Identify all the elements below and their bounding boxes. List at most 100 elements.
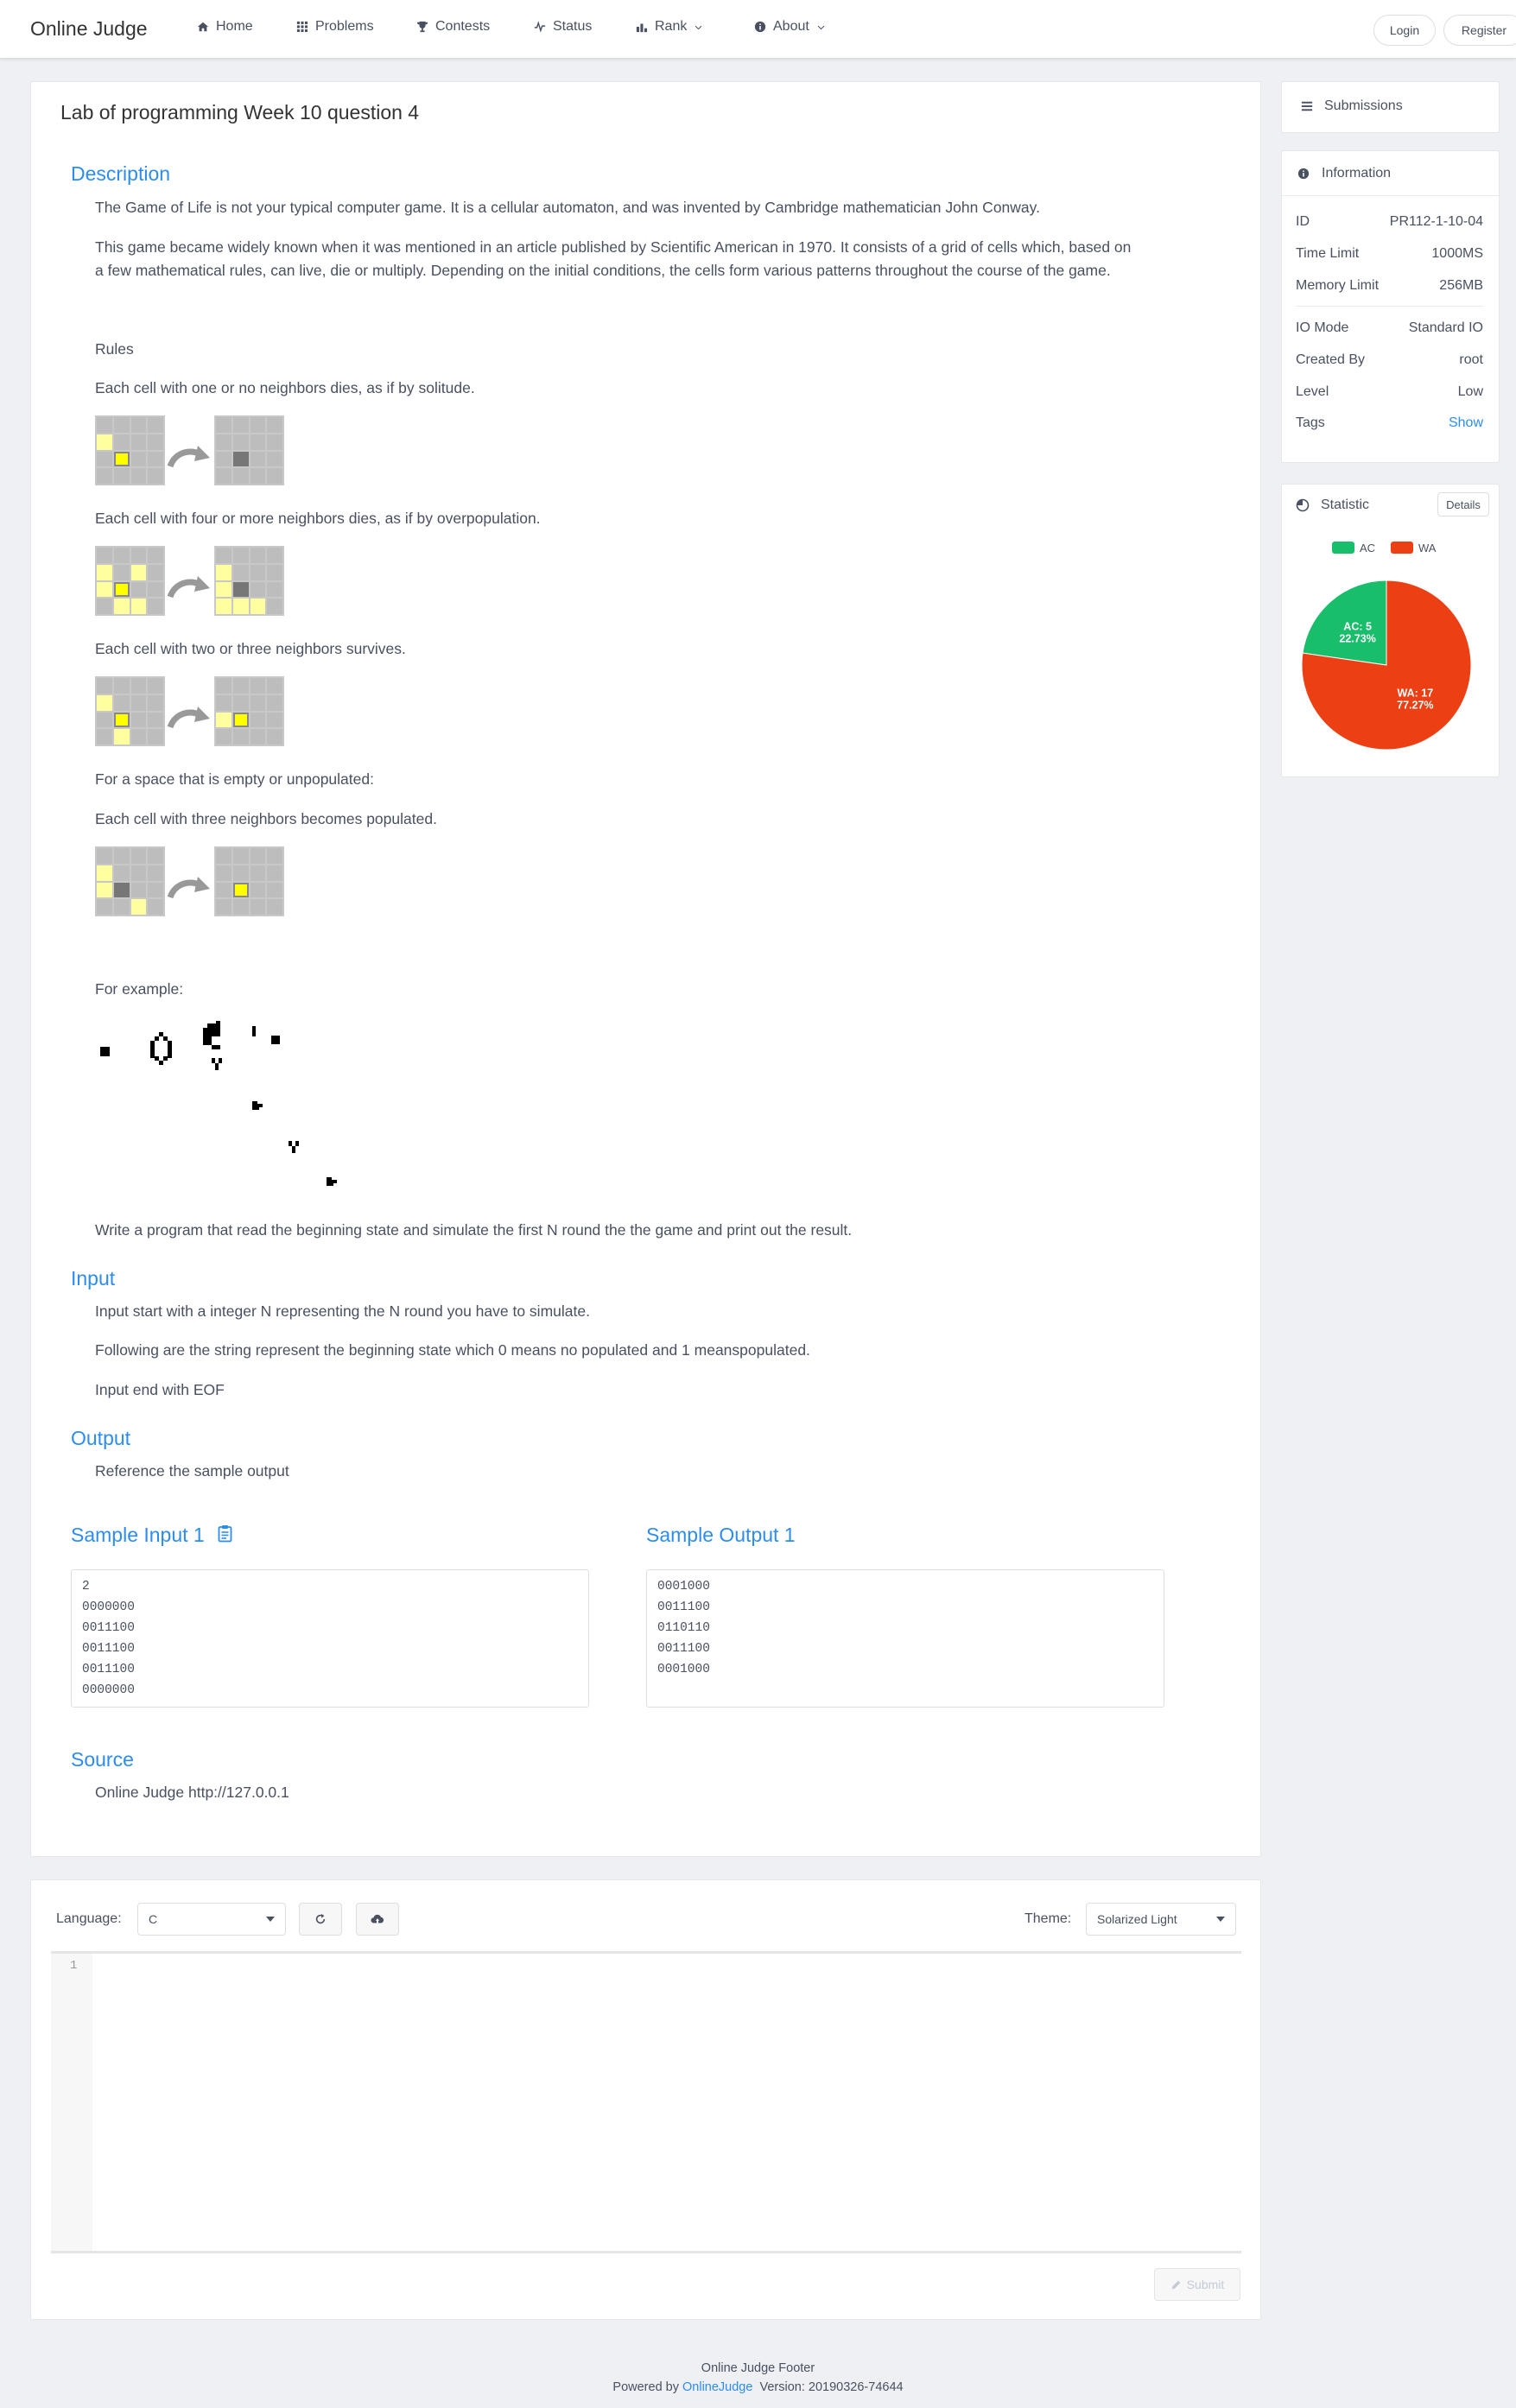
info-row-level: Level Low [1296,384,1483,400]
info-key: Time Limit [1296,246,1360,261]
description-p2a: This game became widely known when it wa… [95,238,1132,256]
clipboard-icon[interactable] [218,1524,232,1543]
rule-4: For a space that is empty or unpopulated… [95,770,374,788]
line-number: 1 [70,1959,78,1973]
info-key: Memory Limit [1296,278,1380,293]
footer-version: Version: 20190326-74644 [759,2380,904,2394]
tags-show-link[interactable]: Show [1449,415,1483,431]
pie-label-wa: WA: 17 [1398,688,1434,700]
nav-about[interactable]: About [754,19,826,35]
description-p1: The Game of Life is not your typical com… [95,199,1040,216]
rule-1: Each cell with one or no neighbors dies,… [95,379,475,396]
sample-input-heading: Sample Input 1 [71,1524,205,1546]
nav-status[interactable]: Status [534,19,592,35]
divider [1282,195,1499,196]
login-button[interactable]: Login [1373,15,1436,46]
pie-percent-wa: 77.27% [1397,700,1433,712]
info-row-time-limit: Time Limit 1000MS [1296,246,1483,262]
footer-line1: Online Judge Footer [701,2361,815,2375]
footer-powered: Powered by [612,2380,679,2394]
info-key: Level [1296,384,1329,399]
footer-line2: Powered by OnlineJudge Version: 20190326… [0,2380,1516,2394]
pencil-icon [1171,2280,1181,2289]
info-key: IO Mode [1296,320,1349,335]
nav-contests-label: Contests [435,19,491,34]
information-title: Information [1322,166,1392,181]
transition-arrow-icon [167,576,210,599]
info-row-id: ID PR112-1-10-04 [1296,214,1483,230]
theme-value: Solarized Light [1097,1912,1177,1926]
rule1-after-grid [214,415,284,485]
reset-code-button[interactable] [299,1903,342,1936]
language-select[interactable]: C [137,1903,286,1936]
sample-output-heading: Sample Output 1 [646,1524,796,1546]
legend-label-wa: WA [1418,542,1437,554]
refresh-icon [315,1913,326,1924]
submit-button[interactable]: Submit [1154,2268,1240,2301]
caret-down-icon [1216,1917,1225,1922]
rule-2: Each cell with four or more neighbors di… [95,510,541,527]
input-heading: Input [71,1267,116,1290]
description-heading: Description [71,162,171,185]
transition-arrow-icon [167,877,210,899]
language-value: C [149,1912,158,1926]
rule2-after-grid [214,546,284,616]
info-key: ID [1296,214,1310,229]
footer-link[interactable]: OnlineJudge [682,2380,752,2394]
bar-chart-icon [636,23,648,33]
navbar: Online Judge Home Problems Contests Stat… [0,0,1516,59]
nav-problems-label: Problems [315,19,374,34]
sample-input-box[interactable]: 2 0000000 0011100 0011100 0011100 000000… [71,1569,589,1708]
sample-output-box[interactable]: 0001000 0011100 0110110 0011100 0001000 [646,1569,1164,1708]
divider [1296,306,1483,307]
input-p1: Input start with a integer N representin… [95,1302,590,1320]
chevron-down-icon [817,25,825,29]
nav-rank[interactable]: Rank [636,19,703,35]
description-p2b: a few mathematical rules, can live, die … [95,262,1111,279]
transition-arrow-icon [167,707,210,729]
submissions-label[interactable]: Submissions [1324,98,1403,114]
pie-chart-icon [1296,498,1310,512]
legend-swatch-wa[interactable] [1391,542,1413,554]
rules-heading: Rules [95,340,134,358]
output-p1: Reference the sample output [95,1462,289,1480]
rule3-before-grid [95,676,165,746]
info-row-tags: Tags Show [1296,415,1483,431]
nav-home-label: Home [216,19,253,34]
details-button[interactable]: Details [1437,492,1489,516]
info-value: root [1459,352,1483,367]
nav-home[interactable]: Home [197,19,253,35]
pulse-icon [534,21,546,33]
chevron-down-icon [695,25,702,29]
output-heading: Output [71,1427,131,1449]
grid-icon [296,21,308,33]
caret-down-icon [266,1917,275,1922]
theme-label: Theme: [1024,1911,1072,1926]
task-text: Write a program that read the beginning … [95,1221,853,1239]
info-key: Created By [1296,352,1366,367]
nav-about-label: About [773,19,809,34]
register-button[interactable]: Register [1443,15,1516,46]
rule5-after-grid [214,846,284,916]
pie-label-ac: AC: 5 [1343,620,1372,632]
line-gutter [51,1954,92,2251]
info-icon [754,21,766,33]
nav-contests[interactable]: Contests [416,19,490,35]
info-row-memory-limit: Memory Limit 256MB [1296,278,1483,294]
rule3-after-grid [214,676,284,746]
legend-swatch-ac[interactable] [1332,542,1354,554]
legend-label-ac: AC [1360,542,1375,554]
code-editor[interactable]: 1 [51,1951,1241,2253]
example-pattern-image [95,1015,354,1196]
source-text: Online Judge http://127.0.0.1 [95,1784,289,1801]
nav-problems[interactable]: Problems [296,19,374,35]
source-heading: Source [71,1748,134,1771]
statistic-title: Statistic [1321,497,1370,512]
nav-rank-label: Rank [655,19,688,34]
site-logo[interactable]: Online Judge [30,17,148,41]
info-row-io-mode: IO Mode Standard IO [1296,320,1483,336]
info-value: Low [1457,384,1483,399]
theme-select[interactable]: Solarized Light [1086,1903,1236,1936]
info-row-created-by: Created By root [1296,352,1483,368]
upload-button[interactable] [356,1903,399,1936]
